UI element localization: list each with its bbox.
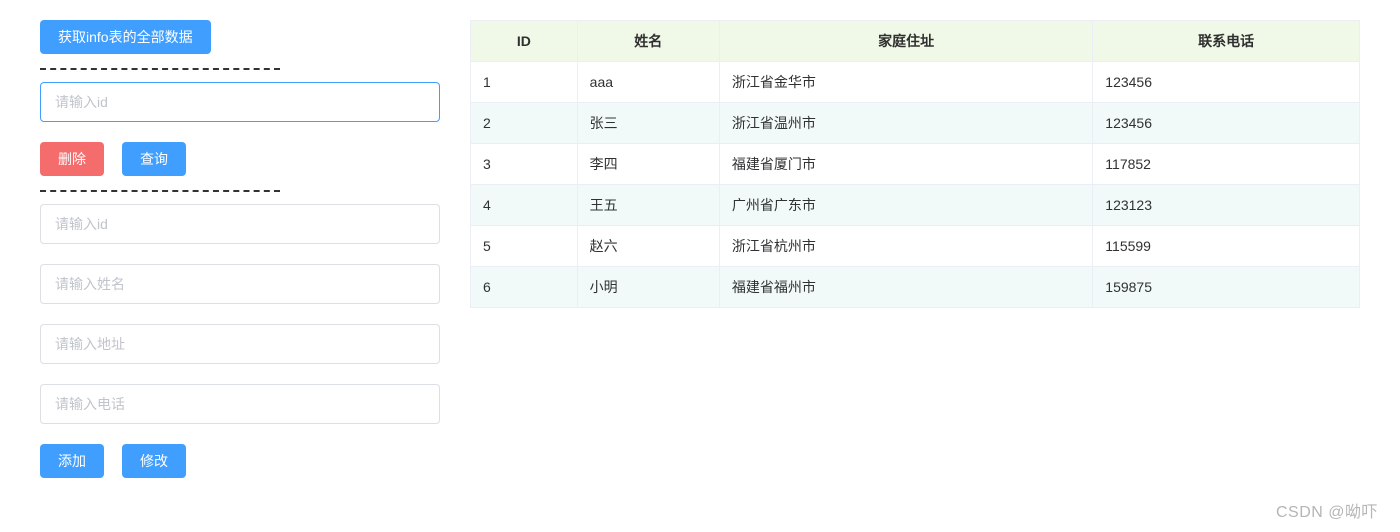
modify-button[interactable]: 修改 [122, 444, 186, 478]
cell-id: 6 [471, 267, 578, 308]
cell-name: 李四 [577, 144, 719, 185]
cell-name: aaa [577, 62, 719, 103]
divider [40, 190, 280, 192]
cell-name: 张三 [577, 103, 719, 144]
cell-id: 1 [471, 62, 578, 103]
col-header-address: 家庭住址 [719, 21, 1092, 62]
table-row: 6小明福建省福州市159875 [471, 267, 1360, 308]
cell-id: 3 [471, 144, 578, 185]
table-row: 5赵六浙江省杭州市115599 [471, 226, 1360, 267]
cell-phone: 123456 [1093, 103, 1360, 144]
query-button[interactable]: 查询 [122, 142, 186, 176]
watermark: CSDN @呦吓 [1276, 498, 1378, 522]
add-button[interactable]: 添加 [40, 444, 104, 478]
cell-address: 福建省福州市 [719, 267, 1092, 308]
table-row: 2张三浙江省温州市123456 [471, 103, 1360, 144]
table-row: 3李四福建省厦门市117852 [471, 144, 1360, 185]
table-row: 4王五广州省广东市123123 [471, 185, 1360, 226]
table-row: 1aaa浙江省金华市123456 [471, 62, 1360, 103]
cell-address: 浙江省金华市 [719, 62, 1092, 103]
id-input[interactable] [40, 82, 440, 122]
cell-phone: 117852 [1093, 144, 1360, 185]
cell-name: 赵六 [577, 226, 719, 267]
add-name-input[interactable] [40, 264, 440, 304]
divider [40, 68, 280, 70]
cell-name: 小明 [577, 267, 719, 308]
cell-address: 福建省厦门市 [719, 144, 1092, 185]
cell-address: 浙江省杭州市 [719, 226, 1092, 267]
add-id-input[interactable] [40, 204, 440, 244]
cell-phone: 115599 [1093, 226, 1360, 267]
fetch-all-button[interactable]: 获取info表的全部数据 [40, 20, 211, 54]
add-phone-input[interactable] [40, 384, 440, 424]
cell-id: 5 [471, 226, 578, 267]
add-address-input[interactable] [40, 324, 440, 364]
cell-phone: 123123 [1093, 185, 1360, 226]
cell-id: 4 [471, 185, 578, 226]
col-header-id: ID [471, 21, 578, 62]
cell-address: 广州省广东市 [719, 185, 1092, 226]
form-panel: 获取info表的全部数据 删除 查询 添加 修改 [40, 20, 440, 478]
col-header-name: 姓名 [577, 21, 719, 62]
cell-phone: 123456 [1093, 62, 1360, 103]
delete-button[interactable]: 删除 [40, 142, 104, 176]
info-table: ID 姓名 家庭住址 联系电话 1aaa浙江省金华市1234562张三浙江省温州… [470, 20, 1360, 308]
col-header-phone: 联系电话 [1093, 21, 1360, 62]
cell-phone: 159875 [1093, 267, 1360, 308]
cell-name: 王五 [577, 185, 719, 226]
cell-id: 2 [471, 103, 578, 144]
table-header-row: ID 姓名 家庭住址 联系电话 [471, 21, 1360, 62]
cell-address: 浙江省温州市 [719, 103, 1092, 144]
table-panel: ID 姓名 家庭住址 联系电话 1aaa浙江省金华市1234562张三浙江省温州… [470, 20, 1360, 478]
